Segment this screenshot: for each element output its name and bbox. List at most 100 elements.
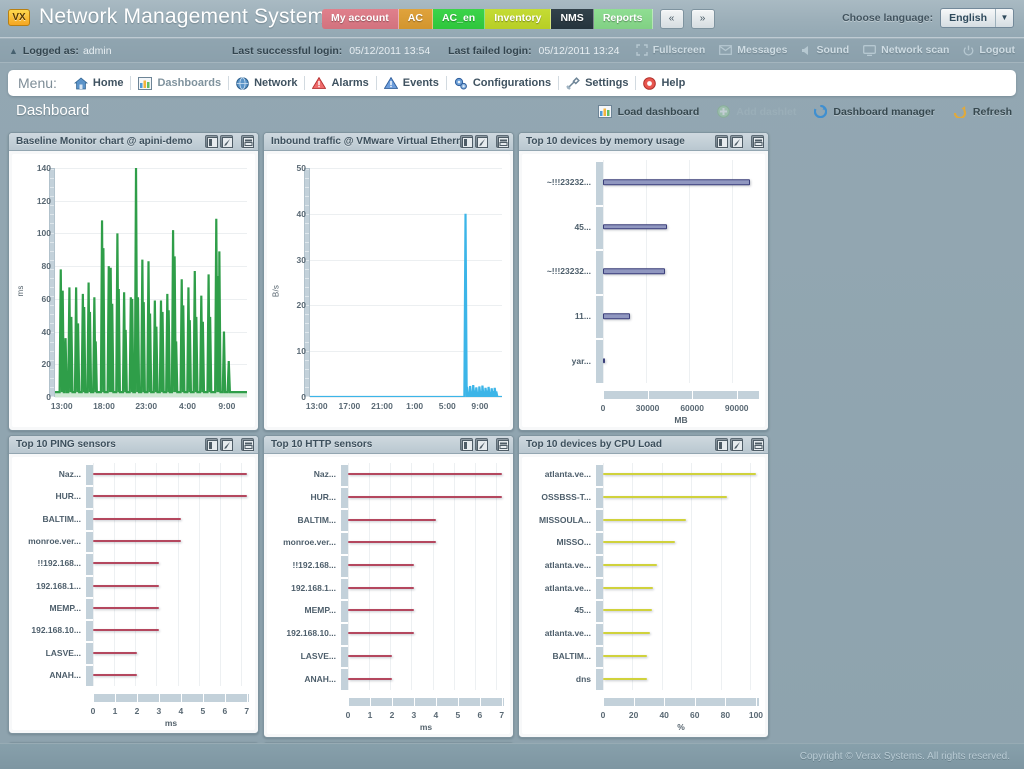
bar-row[interactable]: ANAH... <box>267 667 504 690</box>
x-axis-scrollbar[interactable] <box>603 698 759 706</box>
menu-item-network[interactable]: Network <box>229 76 304 90</box>
bar[interactable] <box>93 473 247 476</box>
bar-row[interactable]: MEMP... <box>12 597 249 619</box>
bar[interactable] <box>348 541 436 544</box>
bar-row[interactable]: BALTIM... <box>12 508 249 530</box>
bar[interactable] <box>348 632 414 635</box>
bar-row[interactable]: ANAH... <box>12 664 249 686</box>
nav-tab-ac-en[interactable]: AC_en <box>432 9 486 29</box>
bar[interactable] <box>348 564 414 567</box>
bar[interactable] <box>93 606 159 609</box>
table-view-icon[interactable] <box>460 135 473 148</box>
table-view-icon[interactable] <box>205 438 218 451</box>
bar-row[interactable]: LASVE... <box>12 641 249 663</box>
minimize-icon[interactable] <box>241 135 254 148</box>
menu-item-help[interactable]: Help <box>636 76 692 90</box>
bar-row[interactable]: 192.168.1... <box>12 574 249 596</box>
bar[interactable] <box>603 268 665 275</box>
bar[interactable] <box>603 632 651 635</box>
bar-row[interactable]: Naz... <box>12 463 249 485</box>
bar[interactable] <box>93 651 137 654</box>
bar-row[interactable]: 45... <box>522 599 759 622</box>
bar-row[interactable]: BALTIM... <box>522 645 759 668</box>
bar-row[interactable]: HUR... <box>267 486 504 509</box>
bar[interactable] <box>348 518 436 521</box>
edit-icon[interactable] <box>220 438 233 451</box>
edit-icon[interactable] <box>475 438 488 451</box>
language-select[interactable]: English ▼ <box>940 8 1014 28</box>
edit-icon[interactable] <box>730 438 743 451</box>
bar-row[interactable]: atlanta.ve... <box>522 622 759 645</box>
bar[interactable] <box>603 518 686 521</box>
bar[interactable] <box>93 584 159 587</box>
menu-item-configurations[interactable]: Configurations <box>447 77 558 90</box>
bar-row[interactable]: 192.168.10... <box>267 622 504 645</box>
edit-icon[interactable] <box>475 135 488 148</box>
bar[interactable] <box>348 586 414 589</box>
menu-item-alarms[interactable]: Alarms <box>305 77 375 89</box>
bar[interactable] <box>93 540 181 543</box>
menu-item-settings[interactable]: Settings <box>559 76 635 90</box>
header-action-sound[interactable]: Sound <box>801 44 849 56</box>
nav-tab-nms[interactable]: NMS <box>551 9 594 29</box>
menu-item-events[interactable]: Events <box>377 77 446 89</box>
minimize-icon[interactable] <box>751 135 764 148</box>
bar-row[interactable]: !!192.168... <box>267 554 504 577</box>
header-action-messages[interactable]: Messages <box>719 44 787 56</box>
bar[interactable] <box>348 654 392 657</box>
bar[interactable] <box>603 496 727 499</box>
bar-row[interactable]: 192.168.10... <box>12 619 249 641</box>
bar[interactable] <box>603 224 667 230</box>
bar-row[interactable]: OSSBSS-T... <box>522 486 759 509</box>
bar-row[interactable]: ~!!!23232... <box>522 249 759 294</box>
bar-row[interactable]: !!192.168... <box>12 552 249 574</box>
minimize-icon[interactable] <box>751 438 764 451</box>
minimize-icon[interactable] <box>496 438 509 451</box>
bar-row[interactable]: HUR... <box>12 485 249 507</box>
bar-row[interactable]: LASVE... <box>267 645 504 668</box>
bar[interactable] <box>93 629 159 632</box>
minimize-icon[interactable] <box>496 135 509 148</box>
bar[interactable] <box>603 677 648 680</box>
bar[interactable] <box>348 496 502 499</box>
menu-item-dashboards[interactable]: Dashboards <box>131 76 228 90</box>
bar-row[interactable]: MISSOULA... <box>522 508 759 531</box>
minimize-icon[interactable] <box>241 438 254 451</box>
table-view-icon[interactable] <box>715 438 728 451</box>
table-view-icon[interactable] <box>715 135 728 148</box>
nav-tab-reports[interactable]: Reports <box>593 9 653 29</box>
bar[interactable] <box>603 564 657 567</box>
header-action-fullscreen[interactable]: Fullscreen <box>636 44 705 56</box>
bar-row[interactable]: 192.168.1... <box>267 576 504 599</box>
nav-tab-inventory[interactable]: Inventory <box>485 9 552 29</box>
edit-icon[interactable] <box>730 135 743 148</box>
bar-row[interactable]: monroe.ver... <box>267 531 504 554</box>
toolbar-refresh[interactable]: Refresh <box>953 105 1012 118</box>
x-axis-scrollbar[interactable] <box>93 694 249 702</box>
bar-row[interactable]: monroe.ver... <box>12 530 249 552</box>
x-axis-scrollbar[interactable] <box>603 391 759 399</box>
bar-row[interactable]: atlanta.ve... <box>522 554 759 577</box>
bar-row[interactable]: atlanta.ve... <box>522 463 759 486</box>
bar[interactable] <box>603 179 751 186</box>
bar-row[interactable]: yar... <box>522 338 759 383</box>
bar-row[interactable]: 11... <box>522 294 759 339</box>
bar[interactable] <box>603 313 630 319</box>
bar[interactable] <box>603 541 675 544</box>
bar[interactable] <box>93 517 181 520</box>
bar[interactable] <box>348 609 414 612</box>
nav-tab-ac[interactable]: AC <box>398 9 433 29</box>
bar[interactable] <box>93 495 247 498</box>
bar[interactable] <box>603 473 756 476</box>
edit-icon[interactable] <box>220 135 233 148</box>
bar[interactable] <box>603 586 654 589</box>
bar[interactable] <box>603 609 652 612</box>
bar-row[interactable]: dns <box>522 667 759 690</box>
nav-tab-my-account[interactable]: My account <box>322 9 399 29</box>
bar[interactable] <box>348 677 392 680</box>
bar[interactable] <box>603 357 606 364</box>
header-action-logout[interactable]: Logout <box>963 44 1015 56</box>
bar-row[interactable]: BALTIM... <box>267 508 504 531</box>
bar-row[interactable]: atlanta.ve... <box>522 576 759 599</box>
bar-row[interactable]: Naz... <box>267 463 504 486</box>
